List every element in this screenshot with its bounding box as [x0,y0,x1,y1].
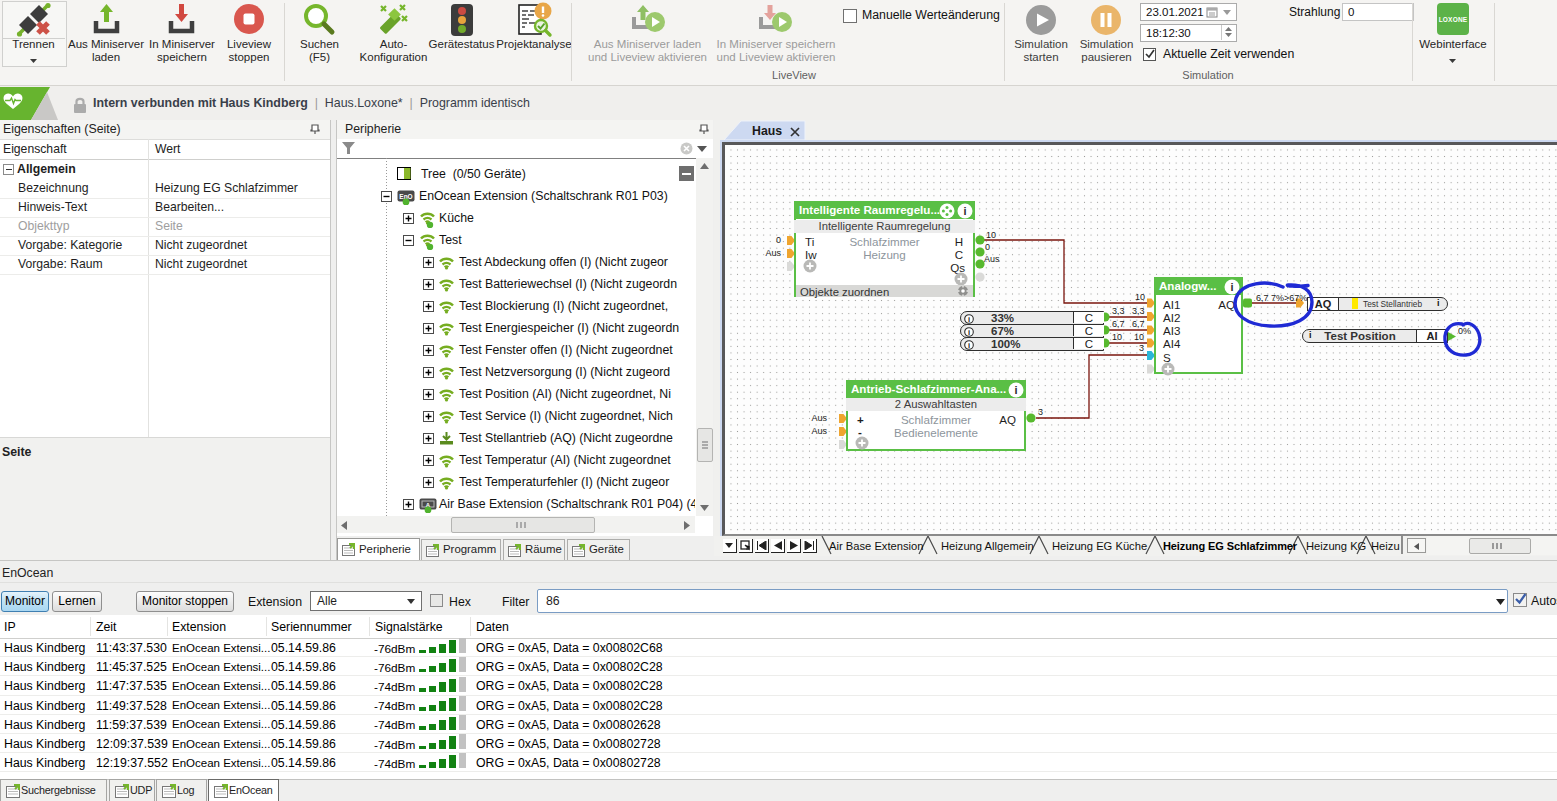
svg-text:A: A [426,502,431,508]
